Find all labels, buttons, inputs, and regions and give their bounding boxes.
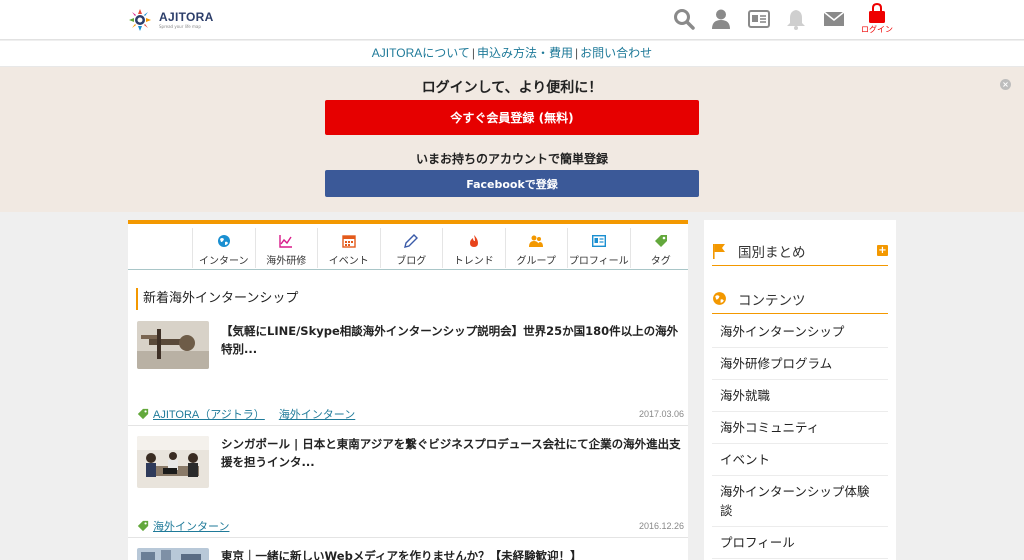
bell-icon[interactable] — [784, 8, 808, 30]
site-logo[interactable]: AJITORA Spread your life map — [127, 6, 214, 34]
contents-label: コンテンツ — [738, 292, 806, 309]
tab-label: プロフィール — [568, 256, 629, 267]
article-divider — [128, 537, 688, 538]
tab-event[interactable]: イベント — [317, 228, 380, 268]
user-icon[interactable] — [709, 8, 733, 30]
subnav-separator: | — [575, 46, 579, 60]
tab-blog[interactable]: ブログ — [379, 228, 443, 268]
apply-link[interactable]: 申込み方法・費用 — [477, 46, 573, 60]
section-title: 新着海外インターンシップ — [136, 288, 298, 310]
tag-icon — [654, 234, 668, 248]
article-date: 2016.12.26 — [638, 521, 684, 531]
id-card-icon — [591, 234, 606, 248]
contents-heading: コンテンツ — [712, 284, 888, 314]
flag-icon — [712, 243, 730, 259]
login-button[interactable]: ログイン — [858, 3, 896, 37]
search-icon[interactable] — [672, 8, 696, 30]
calendar-icon — [342, 234, 356, 248]
tag-link[interactable]: AJITORA（アジトラ） — [153, 406, 265, 422]
tab-training[interactable]: 海外研修 — [254, 228, 318, 268]
sidebar-item-event[interactable]: イベント — [712, 444, 888, 476]
tab-tag[interactable]: タグ — [629, 228, 688, 268]
subnav-separator: | — [471, 46, 476, 60]
about-link[interactable]: AJITORAについて — [372, 46, 470, 60]
lock-icon — [869, 3, 885, 23]
contact-link[interactable]: お問い合わせ — [580, 46, 652, 60]
tab-label: トレンド — [453, 256, 494, 267]
tag-link[interactable]: 海外インターン — [153, 518, 229, 534]
tab-label: グループ — [516, 256, 556, 267]
tab-label: 海外研修 — [266, 256, 307, 267]
article-tags: 海外インターン — [137, 518, 239, 534]
tab-label: インターン — [199, 256, 249, 267]
login-label: ログイン — [861, 25, 893, 34]
register-button[interactable]: 今すぐ会員登録 (無料) — [325, 100, 699, 135]
sidebar-item-overseas-job[interactable]: 海外就職 — [712, 380, 888, 412]
tab-label: イベント — [328, 256, 369, 267]
chart-icon — [279, 234, 293, 248]
tab-group[interactable]: グループ — [504, 228, 568, 268]
expand-plus-icon[interactable]: + — [877, 245, 888, 256]
article-title[interactable]: シンガポール | 日本と東南アジアを繋ぐビジネスプロデュース会社にて企業の海外進… — [221, 435, 681, 471]
sidebar: 国別まとめ + コンテンツ 海外インターンシップ 海外研修プログラム 海外就職 … — [704, 220, 896, 560]
facebook-register-button[interactable]: Facebookで登録 — [325, 170, 699, 197]
article-tags: AJITORA（アジトラ） 海外インターン — [137, 406, 365, 422]
globe-icon — [217, 234, 231, 248]
article-thumbnail[interactable] — [137, 436, 209, 488]
contents-list: 海外インターンシップ 海外研修プログラム 海外就職 海外コミュニティ イベント … — [712, 316, 888, 559]
article-thumbnail[interactable] — [137, 548, 209, 560]
pen-icon — [404, 234, 419, 248]
tab-trend[interactable]: トレンド — [442, 228, 505, 268]
tag-link[interactable]: 海外インターン — [279, 406, 355, 422]
country-summary-label: 国別まとめ — [738, 244, 806, 261]
id-card-icon[interactable] — [747, 8, 771, 30]
sub-navigation: AJITORAについて | 申込み方法・費用 | お問い合わせ — [0, 41, 1024, 67]
mail-icon[interactable] — [822, 8, 846, 30]
sidebar-item-internship[interactable]: 海外インターンシップ — [712, 316, 888, 348]
logo-name: AJITORA — [159, 10, 214, 24]
article-thumbnail[interactable] — [137, 321, 209, 369]
tab-profile[interactable]: プロフィール — [567, 228, 630, 268]
logo-tagline: Spread your life map — [159, 24, 201, 29]
sidebar-item-community[interactable]: 海外コミュニティ — [712, 412, 888, 444]
article-title[interactable]: 東京｜一緒に新しいWebメディアを作りませんか？【未経験歓迎！】 — [221, 547, 681, 560]
flame-icon — [467, 234, 481, 248]
tab-label: タグ — [650, 256, 671, 267]
article-divider — [128, 425, 688, 426]
close-icon[interactable]: × — [1000, 79, 1011, 90]
article-date: 2017.03.06 — [638, 409, 684, 419]
login-promo-banner: ログインして、より便利に！ 今すぐ会員登録 (無料) いまお持ちのアカウントで簡… — [0, 67, 1024, 212]
globe-icon — [712, 291, 730, 306]
logo-mark-icon — [127, 7, 153, 33]
group-icon — [529, 234, 544, 248]
sidebar-item-experiences[interactable]: 海外インターンシップ体験談 — [712, 476, 888, 527]
sidebar-item-training-program[interactable]: 海外研修プログラム — [712, 348, 888, 380]
promo-title: ログインして、より便利に！ — [421, 80, 603, 96]
tag-icon — [137, 408, 149, 420]
tab-intern[interactable]: インターン — [192, 228, 255, 268]
tabs-divider — [128, 269, 688, 270]
tab-label: ブログ — [396, 256, 427, 267]
main-content: インターン 海外研修 イベント ブログ トレンド グループ プロフィール タグ — [128, 220, 688, 560]
sidebar-item-profile[interactable]: プロフィール — [712, 527, 888, 559]
category-tabs: インターン 海外研修 イベント ブログ トレンド グループ プロフィール タグ — [192, 228, 688, 268]
country-summary-heading[interactable]: 国別まとめ + — [712, 236, 888, 266]
tag-icon — [137, 520, 149, 532]
site-header: AJITORA Spread your life map ログイン — [0, 0, 1024, 40]
article-title[interactable]: 【気軽にLINE/Skype相談海外インターンシップ説明会】世界25か国180件… — [221, 322, 681, 358]
promo-subtitle: いまお持ちのアカウントで簡単登録 — [415, 152, 608, 166]
